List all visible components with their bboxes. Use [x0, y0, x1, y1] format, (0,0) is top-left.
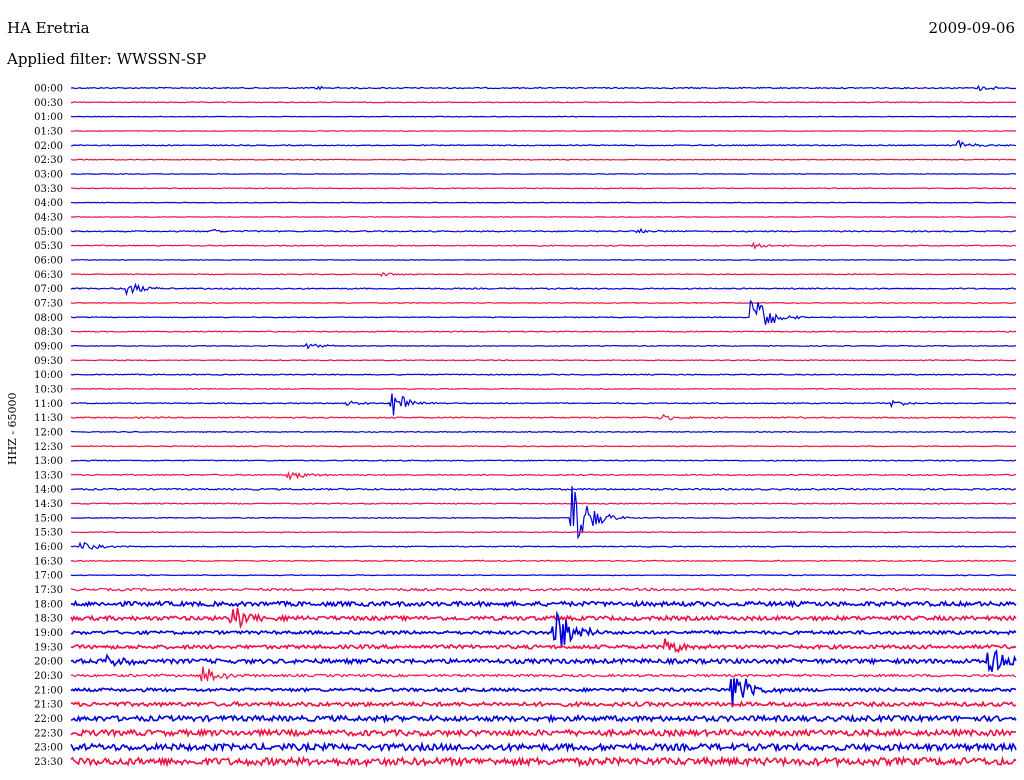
row-time-label: 11:30 — [34, 413, 63, 424]
trace-row — [70, 430, 1017, 433]
trace-row — [70, 445, 1017, 448]
trace-row — [70, 101, 1017, 104]
trace-row — [70, 342, 1017, 350]
trace-row — [70, 84, 1017, 92]
row-time-label: 08:00 — [34, 313, 63, 324]
row-time-label: 12:00 — [34, 427, 63, 438]
row-time-label: 15:30 — [34, 528, 63, 539]
row-time-label: 21:00 — [34, 685, 63, 696]
row-time-label: 09:00 — [34, 341, 63, 352]
trace-row — [71, 130, 1017, 132]
row-time-label: 10:30 — [34, 384, 63, 395]
row-time-label: 02:00 — [34, 141, 63, 152]
trace-row — [70, 115, 1017, 118]
row-time-label: 05:30 — [34, 241, 63, 252]
trace-row — [70, 187, 1017, 190]
trace-row — [70, 173, 1017, 175]
row-time-label: 04:30 — [34, 212, 63, 223]
row-time-label: 18:00 — [34, 599, 63, 610]
row-time-label: 12:30 — [34, 442, 63, 453]
trace-row — [70, 272, 1017, 278]
row-time-label: 09:30 — [34, 356, 63, 367]
trace-row — [70, 227, 1016, 234]
row-time-label: 22:00 — [34, 714, 63, 725]
row-time-label: 13:00 — [34, 456, 63, 467]
trace-row — [70, 201, 1017, 204]
row-time-label: 04:00 — [34, 198, 63, 209]
trace-row — [70, 301, 1017, 304]
trace-row — [70, 755, 1017, 768]
row-time-label: 06:30 — [34, 270, 63, 281]
row-time-label: 03:30 — [34, 184, 63, 195]
trace-row — [70, 393, 1017, 416]
row-time-label: 13:30 — [34, 470, 63, 481]
trace-row — [70, 713, 1017, 724]
row-time-label: 03:00 — [34, 169, 63, 180]
trace-row — [70, 470, 1016, 481]
row-time-label: 19:30 — [34, 642, 63, 653]
trace-row — [71, 487, 1017, 491]
trace-row — [70, 638, 1017, 654]
row-time-label: 07:30 — [34, 298, 63, 309]
row-time-label: 17:30 — [34, 585, 63, 596]
trace-row — [70, 139, 1017, 149]
row-time-label: 01:30 — [34, 126, 63, 137]
row-time-label: 11:00 — [34, 399, 63, 410]
row-time-label: 14:00 — [34, 485, 63, 496]
helicorder-plot: 00:00 00:30 01:00 01:30 02:00 02:30 03:00 03:30… — [34, 84, 1017, 768]
row-time-label: 02:30 — [34, 155, 63, 166]
row-time-label: 16:00 — [34, 542, 63, 553]
trace-row — [70, 531, 1017, 534]
row-time-label: 06:00 — [34, 255, 63, 266]
row-time-label: 05:00 — [34, 227, 63, 238]
trace-row — [70, 299, 1016, 325]
row-time-label: 15:00 — [34, 513, 63, 524]
row-time-label: 08:30 — [34, 327, 63, 338]
trace-row — [70, 413, 1017, 421]
trace-row — [70, 599, 1017, 609]
row-time-label: 10:00 — [34, 370, 63, 381]
trace-row — [70, 727, 1017, 739]
row-time-label: 20:00 — [34, 657, 63, 668]
trace-row — [70, 587, 1017, 592]
row-time-label: 00:30 — [34, 98, 63, 109]
trace-row — [71, 459, 1017, 462]
trace-row — [70, 740, 1017, 754]
trace-row — [70, 373, 1017, 376]
trace-row — [70, 387, 1017, 390]
row-time-label: 18:30 — [34, 614, 63, 625]
trace-row — [70, 486, 1017, 540]
row-time-label: 21:30 — [34, 700, 63, 711]
trace-row — [70, 282, 1017, 297]
trace-row — [70, 700, 1017, 708]
trace-row — [70, 649, 1017, 673]
trace-row — [70, 666, 1017, 682]
row-time-label: 22:30 — [34, 728, 63, 739]
row-time-label: 14:30 — [34, 499, 63, 510]
row-time-label: 01:00 — [34, 112, 63, 123]
trace-row — [70, 241, 1017, 250]
row-time-label: 07:00 — [34, 284, 63, 295]
row-time-label: 23:00 — [34, 743, 63, 754]
row-time-label: 16:30 — [34, 556, 63, 567]
row-time-label: 19:00 — [34, 628, 63, 639]
trace-row — [70, 158, 1017, 161]
trace-row — [71, 259, 1017, 261]
trace-row — [70, 330, 1017, 333]
row-time-label: 23:30 — [34, 757, 63, 768]
trace-row — [70, 359, 1017, 362]
trace-row — [70, 607, 1017, 630]
row-time-label: 00:00 — [34, 84, 63, 95]
trace-row — [70, 502, 1017, 505]
row-time-label: 17:00 — [34, 571, 63, 582]
trace-row — [70, 574, 1017, 577]
trace-row — [70, 541, 1016, 550]
trace-row — [70, 559, 1017, 563]
trace-row — [70, 216, 1017, 218]
row-time-label: 20:30 — [34, 671, 63, 682]
